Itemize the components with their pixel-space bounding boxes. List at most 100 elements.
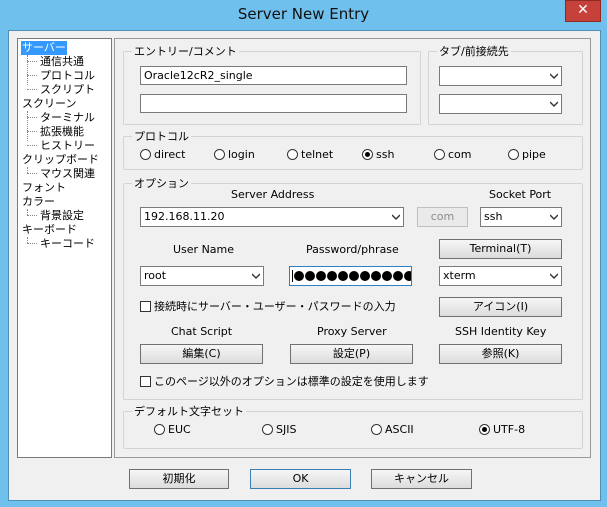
prev-connection-select[interactable] [439,94,562,114]
password-mask-dot [349,271,359,281]
socket-port-combo[interactable]: ssh [480,207,562,227]
ssh-key-label: SSH Identity Key [455,325,547,338]
dialog-window: Server New Entry ✕ サーバー 通信共通 プロトコル スクリプト… [0,0,607,507]
radio-icon [262,424,273,435]
chevron-down-icon [550,101,558,107]
radio-icon [214,149,225,160]
close-icon: ✕ [577,2,589,18]
charset-euc-radio[interactable]: EUC [154,423,191,437]
tree-connector [27,89,37,90]
tab-legend: タブ/前接続先 [439,45,509,58]
tree-item-mouse[interactable]: マウス関連 [40,167,95,181]
entry-name-input[interactable]: Oracle12cR2_single [140,66,407,85]
entry-legend: エントリー/コメント [134,45,237,58]
chevron-down-icon [252,273,260,279]
user-name-label: User Name [173,243,235,256]
password-mask-dot [404,271,411,281]
tree-connector [27,145,37,146]
protocol-direct-radio[interactable]: direct [140,148,185,162]
tree-item-script[interactable]: スクリプト [40,83,95,97]
tree-connector [27,61,37,62]
server-address-value: 192.168.11.20 [144,210,225,223]
tree-item-screen[interactable]: スクリーン [22,97,76,111]
proxy-settings-button[interactable]: 設定(P) [290,344,413,364]
title-bar[interactable]: Server New Entry ✕ [0,0,607,28]
radio-icon [508,149,519,160]
protocol-legend: プロトコル [134,130,189,143]
charset-sjis-label: SJIS [276,423,297,436]
tree-connector [27,215,37,216]
options-legend: オプション [134,177,189,190]
com-button[interactable]: com [417,207,468,227]
terminal-button[interactable]: Terminal(T) [439,239,562,259]
password-mask-dot [294,271,304,281]
password-input[interactable] [289,266,412,286]
tree-connector [27,173,37,174]
charset-utf8-radio[interactable]: UTF-8 [479,423,525,437]
protocol-login-label: login [228,148,255,161]
auto-login-label: 接続時にサーバー・ユーザー・パスワードの入力 [154,300,396,313]
initialize-button[interactable]: 初期化 [129,469,229,489]
socket-port-value: ssh [484,210,503,223]
chat-script-edit-button[interactable]: 編集(C) [140,344,263,364]
user-name-value: root [144,269,167,282]
radio-icon [140,149,151,160]
password-mask-dot [382,271,392,281]
terminal-type-combo[interactable]: xterm [439,266,562,286]
tree-item-extensions[interactable]: 拡張機能 [40,125,84,139]
tree-item-protocol[interactable]: プロトコル [40,69,95,83]
tree-connector [27,55,28,85]
server-address-combo[interactable]: 192.168.11.20 [140,207,404,227]
chevron-down-icon [392,214,400,220]
entry-comment-input[interactable] [140,94,407,113]
tree-item-background[interactable]: 背景設定 [40,209,84,223]
charset-ascii-radio[interactable]: ASCII [371,423,414,437]
ssh-key-browse-button[interactable]: 参照(K) [439,344,562,364]
category-tree[interactable]: サーバー 通信共通 プロトコル スクリプト スクリーン ターミナル 拡張機能 ヒ… [17,38,112,458]
protocol-pipe-label: pipe [522,148,546,161]
radio-selected-icon [362,149,373,160]
dialog-client-area: サーバー 通信共通 プロトコル スクリプト スクリーン ターミナル 拡張機能 ヒ… [8,30,601,501]
charset-sjis-radio[interactable]: SJIS [262,423,296,437]
tree-item-keycode[interactable]: キーコード [40,237,95,251]
tree-item-terminal[interactable]: ターミナル [40,111,95,125]
password-mask-dot [305,271,315,281]
radio-icon [287,149,298,160]
tree-item-clipboard[interactable]: クリップボード [22,153,99,167]
protocol-telnet-radio[interactable]: telnet [287,148,333,162]
protocol-ssh-radio[interactable]: ssh [362,148,394,162]
text-caret [292,270,293,282]
default-options-label: このページ以外のオプションは標準の設定を使用します [154,375,429,388]
terminal-type-value: xterm [443,269,476,282]
protocol-login-radio[interactable]: login [214,148,255,162]
tree-item-font[interactable]: フォント [22,181,66,195]
password-label: Password/phrase [306,243,399,256]
protocol-com-radio[interactable]: com [434,148,472,162]
checkbox-icon [140,376,151,387]
close-button[interactable]: ✕ [565,0,601,22]
cancel-button[interactable]: キャンセル [371,469,472,489]
icon-button[interactable]: アイコン(I) [439,297,562,317]
proxy-server-label: Proxy Server [317,325,387,338]
chat-script-label: Chat Script [171,325,233,338]
tree-item-history[interactable]: ヒストリー [40,139,95,153]
tree-item-keyboard[interactable]: キーボード [22,223,77,237]
user-name-combo[interactable]: root [140,266,264,286]
radio-selected-icon [479,424,490,435]
protocol-pipe-radio[interactable]: pipe [508,148,546,162]
tree-connector [27,243,37,244]
tree-item-server[interactable]: サーバー [21,41,67,55]
charset-utf8-label: UTF-8 [493,423,526,436]
auto-login-checkbox[interactable]: 接続時にサーバー・ユーザー・パスワードの入力 [140,300,396,314]
tree-item-color[interactable]: カラー [22,195,55,209]
tree-item-common[interactable]: 通信共通 [40,55,84,69]
checkbox-icon [140,301,151,312]
protocol-telnet-label: telnet [301,148,334,161]
ok-button[interactable]: OK [250,469,351,489]
password-mask-dot [316,271,326,281]
radio-icon [154,424,165,435]
tree-connector [27,111,28,141]
window-title: Server New Entry [237,5,370,23]
default-options-checkbox[interactable]: このページ以外のオプションは標準の設定を使用します [140,375,429,389]
tab-select[interactable] [439,66,562,86]
